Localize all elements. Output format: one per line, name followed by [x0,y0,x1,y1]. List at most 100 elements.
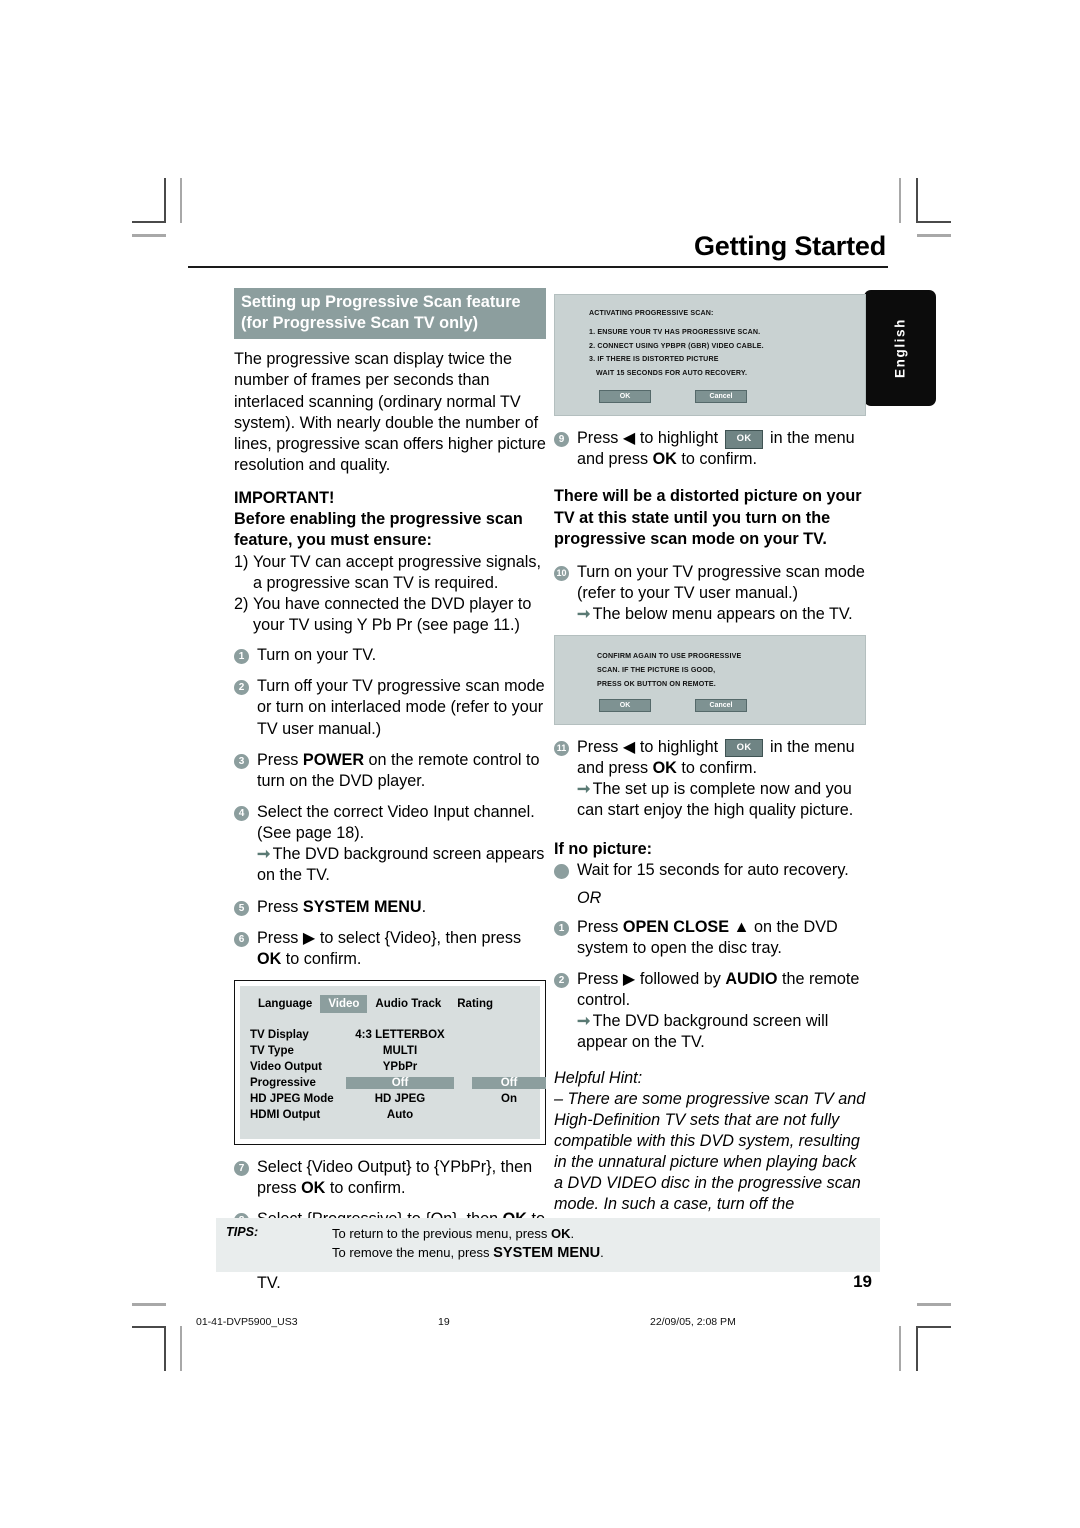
step-7-text: Select {Video Output} to {YPbPr}, then p… [257,1157,546,1199]
tips-line-2-pre: To remove the menu, press [332,1245,494,1261]
menu-value-hdmi-output[interactable]: Auto [346,1109,454,1121]
step-6-number: 6 [234,931,249,947]
menu-row-tv-display[interactable]: TV Display 4:3 LETTERBOX [250,1027,530,1043]
alt-step-1-number: 1 [554,920,569,936]
menu-option-progressive-on[interactable]: On [472,1093,546,1105]
step-11: 11 Press ◀ to highlight OK in the menu a… [554,737,866,822]
step-9-text: Press ◀ to highlight OK in the menu and … [577,428,866,470]
step-6-text: Press ▶ to select {Video}, then press OK… [257,928,546,970]
step-3-key: POWER [302,750,365,769]
menu-label-tv-type: TV Type [250,1045,294,1057]
step-10-text: Turn on your TV progressive scan mode (r… [577,562,866,625]
step-1-text: Turn on your TV. [257,646,377,665]
important-lead: Before enabling the progressive scan fea… [234,510,523,550]
menu-label-hdmi-output: HDMI Output [250,1109,321,1121]
menu-option-progressive-off[interactable]: Off [472,1077,546,1089]
tips-label: TIPS: [226,1225,259,1239]
cropmark-tl-bleed-vertical [180,178,183,223]
tips-line-1: To return to the previous menu, press OK… [332,1225,870,1243]
print-footer-date: 22/09/05, 2:08 PM [650,1316,736,1328]
header-rule [188,266,888,269]
section-heading: Setting up Progressive Scan feature (for… [234,288,546,340]
step-4-result: The DVD background screen appears on the… [257,845,545,885]
important-list-item: 1) Your TV can accept progressive signal… [234,552,546,594]
cropmark-tr-bleed-vertical [899,178,902,223]
important-item-text: You have connected the DVD player to you… [253,594,532,635]
menu-value-video-output[interactable]: YPbPr [346,1061,454,1073]
print-footer-page: 19 [438,1316,450,1328]
arrow-icon: ➞ [577,780,591,799]
section-heading-line2: (for Progressive Scan TV only) [241,314,479,333]
alt-step-2-number: 2 [554,973,569,989]
tv-screen-1-ok-button[interactable]: OK [599,390,651,404]
step-9-number: 9 [554,432,569,448]
important-item-number: 1) [234,552,249,571]
tv-screen-2-ok-button[interactable]: OK [599,698,651,712]
step-3: 3 Press POWER on the remote control to t… [234,750,546,792]
step-5-key: SYSTEM MENU [302,897,422,916]
menu-tab-video[interactable]: Video [320,995,368,1013]
tv-screen-1-line-4: WAIT 15 SECONDS FOR AUTO RECOVERY. [596,369,748,378]
menu-row-hd-jpeg-mode[interactable]: HD JPEG Mode HD JPEG On [250,1091,530,1107]
menu-value-tv-display[interactable]: 4:3 LETTERBOX [346,1029,454,1041]
alt-step-1: 1 Press OPEN CLOSE ▲ on the DVD system t… [554,917,866,959]
intro-paragraph: The progressive scan display twice the n… [234,350,546,475]
alt-step-1-text: Press OPEN CLOSE ▲ on the DVD system to … [577,917,866,959]
menu-row-video-output[interactable]: Video Output YPbPr [250,1059,530,1075]
step-3-text: Press POWER on the remote control to tur… [257,750,546,792]
tv-screen-2-line-1: CONFIRM AGAIN TO USE PROGRESSIVE [597,652,742,661]
ok-key-icon: OK [724,430,764,449]
step-11-text: Press ◀ to highlight OK in the menu and … [577,737,866,822]
menu-row-tv-type[interactable]: TV Type MULTI [250,1043,530,1059]
tv-screen-confirm-progressive-scan: CONFIRM AGAIN TO USE PROGRESSIVE SCAN. I… [554,635,866,725]
cropmark-bl-horizontal [132,1326,166,1328]
cropmark-tr-horizontal [917,221,951,223]
cropmark-br-bleed-vertical [899,1326,902,1371]
tips-line-1-post: . [570,1226,575,1241]
step-4-text: Select the correct Video Input channel. … [257,802,546,887]
cropmark-tl-vertical [164,178,166,223]
step-6-post: to confirm. [281,949,362,968]
cropmark-br-horizontal [917,1326,951,1328]
cropmark-bl-vertical [164,1326,166,1371]
no-picture-bullet-text: Wait for 15 seconds for auto recovery. [577,861,849,880]
page-title: Getting Started [693,231,886,261]
step-2: 2 Turn off your TV progressive scan mode… [234,676,546,739]
step-1-number: 1 [234,649,249,665]
arrow-icon: ➞ [577,605,591,624]
tips-line-2-post: . [600,1245,604,1261]
alt-step-1-pre: Press [577,917,623,936]
important-list: 1) Your TV can accept progressive signal… [234,552,546,637]
tv-screen-2-cancel-button[interactable]: Cancel [695,698,747,712]
menu-tab-language[interactable]: Language [250,995,320,1013]
step-7-key: OK [301,1179,326,1198]
tv-screen-1-cancel-button[interactable]: Cancel [695,390,747,404]
menu-row-progressive[interactable]: Progressive Off Off [250,1075,546,1091]
alt-step-1-key: OPEN CLOSE ▲ [622,917,750,936]
menu-row-hdmi-output[interactable]: HDMI Output Auto [250,1107,530,1123]
menu-tab-rating[interactable]: Rating [449,995,501,1013]
step-6-key: OK [257,949,282,968]
step-9-pre: Press ◀ to highlight [577,429,723,448]
step-5-number: 5 [234,900,249,916]
cropmark-tl-horizontal [132,221,166,223]
step-5: 5 Press SYSTEM MENU. [234,897,546,918]
step-9: 9 Press ◀ to highlight OK in the menu an… [554,428,866,470]
step-4-number: 4 [234,806,249,822]
step-9-post: to confirm. [676,450,757,469]
step-11-number: 11 [554,740,569,756]
tv-screen-1-buttons: OK Cancel [565,390,855,404]
step-10-main: Turn on your TV progressive scan mode (r… [577,562,865,602]
menu-label-video-output: Video Output [250,1061,322,1073]
menu-value-progressive[interactable]: Off [346,1077,454,1089]
setup-menu: Language Video Audio Track Rating TV Dis… [240,986,546,1139]
tips-line-2-key: SYSTEM MENU [493,1245,601,1262]
step-7: 7 Select {Video Output} to {YPbPr}, then… [234,1157,546,1199]
page-number: 19 [853,1272,872,1291]
tv-screen-2-line-3: PRESS OK BUTTON ON REMOTE. [597,679,716,688]
menu-value-tv-type[interactable]: MULTI [346,1045,454,1057]
step-9-key: OK [652,450,677,469]
menu-value-hd-jpeg-mode[interactable]: HD JPEG [346,1093,454,1105]
step-10-result: The below menu appears on the TV. [592,605,853,624]
menu-tab-audio-track[interactable]: Audio Track [367,995,449,1013]
